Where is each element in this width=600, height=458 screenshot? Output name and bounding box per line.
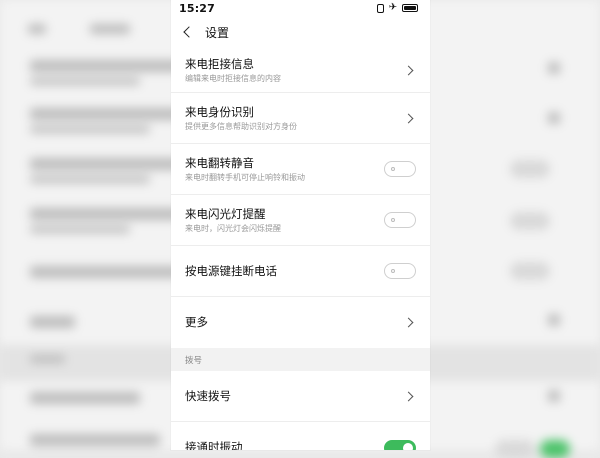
power-key-hangup-toggle[interactable]: [384, 263, 416, 279]
setting-title: 来电拒接信息: [185, 56, 254, 71]
setting-more[interactable]: 更多: [171, 297, 430, 348]
settings-screen: 15:27 ✈ 设置 来电拒接信息 编辑来电时拒接信息的内容 来电身份识别 提供…: [171, 0, 430, 450]
chevron-right-icon: [403, 391, 414, 401]
chevron-right-icon: [403, 113, 414, 123]
setting-subtitle: 来电时，闪光灯会闪烁提醒: [185, 223, 281, 233]
setting-title: 来电闪光灯提醒: [185, 206, 266, 221]
setting-flip-to-mute: 来电翻转静音 来电时翻转手机可停止响铃和振动: [171, 144, 430, 195]
page-title: 设置: [205, 25, 230, 40]
setting-power-key-hangup: 按电源键挂断电话: [171, 246, 430, 297]
settings-list: 来电拒接信息 编辑来电时拒接信息的内容 来电身份识别 提供更多信息帮助识别对方身…: [171, 48, 430, 450]
setting-title: 来电翻转静音: [185, 155, 254, 170]
chevron-left-icon[interactable]: [183, 26, 195, 38]
chevron-right-icon: [403, 65, 414, 75]
setting-title: 按电源键挂断电话: [185, 263, 277, 278]
section-header-dial: 拨号: [171, 348, 430, 371]
setting-title: 来电身份识别: [185, 104, 254, 119]
flash-alert-toggle[interactable]: [384, 212, 416, 228]
airplane-icon: ✈: [388, 2, 397, 13]
setting-title: 更多: [185, 315, 208, 329]
setting-speed-dial[interactable]: 快速拨号: [171, 371, 430, 422]
vibrate-on-connect-toggle[interactable]: [384, 439, 416, 450]
vibrate-icon: [376, 3, 384, 13]
header: 设置: [171, 16, 430, 48]
setting-caller-id[interactable]: 来电身份识别 提供更多信息帮助识别对方身份: [171, 93, 430, 144]
setting-title: 接通时振动: [185, 440, 243, 450]
setting-subtitle: 来电时翻转手机可停止响铃和振动: [185, 172, 305, 182]
setting-subtitle: 编辑来电时拒接信息的内容: [185, 73, 281, 83]
setting-subtitle: 提供更多信息帮助识别对方身份: [185, 121, 297, 131]
flip-to-mute-toggle[interactable]: [384, 161, 416, 177]
battery-icon: [402, 4, 418, 12]
status-bar: 15:27 ✈: [171, 0, 430, 16]
setting-flash-alert: 来电闪光灯提醒 来电时，闪光灯会闪烁提醒: [171, 195, 430, 246]
status-time: 15:27: [179, 1, 216, 15]
chevron-right-icon: [403, 317, 414, 328]
setting-vibrate-on-connect: 接通时振动: [171, 422, 430, 450]
setting-call-reject-message[interactable]: 来电拒接信息 编辑来电时拒接信息的内容: [171, 48, 430, 93]
status-icons: ✈: [376, 2, 418, 13]
setting-title: 快速拨号: [185, 388, 231, 403]
